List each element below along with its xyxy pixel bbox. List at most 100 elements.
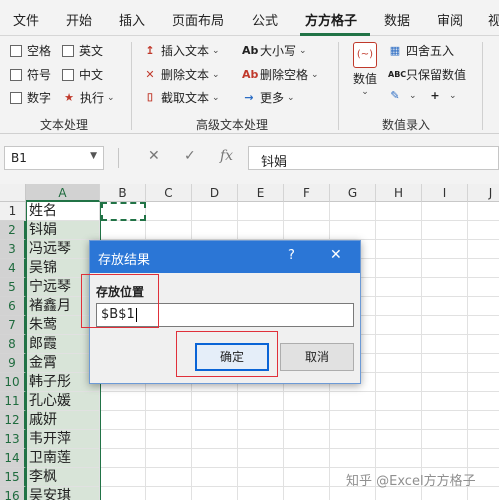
cell-j4[interactable]	[468, 259, 499, 278]
cell-d16[interactable]	[192, 487, 238, 500]
number-value-button[interactable]: (~) 数值 ⌄	[350, 42, 380, 97]
checkbox-symbol[interactable]: 符号	[10, 66, 51, 83]
column-header-d[interactable]: D	[192, 184, 238, 202]
tab-file[interactable]: 文件	[13, 10, 39, 29]
cell-f1[interactable]	[284, 202, 330, 221]
tab-review[interactable]: 审阅	[437, 10, 463, 29]
cell-b15[interactable]	[100, 468, 146, 487]
cell-d2[interactable]	[192, 221, 238, 240]
cell-e14[interactable]	[238, 449, 284, 468]
cell-a14[interactable]: 卫南莲	[26, 449, 100, 468]
round-button[interactable]: ▦ 四舍五入	[388, 42, 454, 59]
row-header-5[interactable]: 5	[0, 278, 26, 297]
cell-i12[interactable]	[422, 411, 468, 430]
cell-a16[interactable]: 吴安琪	[26, 487, 100, 500]
cell-j8[interactable]	[468, 335, 499, 354]
close-icon[interactable]: ✕	[330, 247, 342, 263]
more-button[interactable]: → 更多 ⌄	[242, 89, 294, 106]
checkbox-number[interactable]: 数字	[10, 89, 51, 106]
row-header-10[interactable]: 10	[0, 373, 26, 392]
cell-e13[interactable]	[238, 430, 284, 449]
cell-j12[interactable]	[468, 411, 499, 430]
cell-i5[interactable]	[422, 278, 468, 297]
cell-b13[interactable]	[100, 430, 146, 449]
cell-h8[interactable]	[376, 335, 422, 354]
row-header-4[interactable]: 4	[0, 259, 26, 278]
cell-e11[interactable]	[238, 392, 284, 411]
cell-j14[interactable]	[468, 449, 499, 468]
cell-j11[interactable]	[468, 392, 499, 411]
cell-e12[interactable]	[238, 411, 284, 430]
tab-insert[interactable]: 插入	[119, 10, 145, 29]
row-header-14[interactable]: 14	[0, 449, 26, 468]
cell-j13[interactable]	[468, 430, 499, 449]
row-header-9[interactable]: 9	[0, 354, 26, 373]
row-header-13[interactable]: 13	[0, 430, 26, 449]
row-header-6[interactable]: 6	[0, 297, 26, 316]
cell-d15[interactable]	[192, 468, 238, 487]
cell-i11[interactable]	[422, 392, 468, 411]
cell-j7[interactable]	[468, 316, 499, 335]
row-header-12[interactable]: 12	[0, 411, 26, 430]
cell-f2[interactable]	[284, 221, 330, 240]
cell-i4[interactable]	[422, 259, 468, 278]
cell-h13[interactable]	[376, 430, 422, 449]
cell-h1[interactable]	[376, 202, 422, 221]
cell-d1[interactable]	[192, 202, 238, 221]
cell-g2[interactable]	[330, 221, 376, 240]
cell-d12[interactable]	[192, 411, 238, 430]
cell-e15[interactable]	[238, 468, 284, 487]
extract-text-button[interactable]: ⌷ 截取文本 ⌄	[143, 89, 220, 106]
cell-i9[interactable]	[422, 354, 468, 373]
cell-j2[interactable]	[468, 221, 499, 240]
cell-a11[interactable]: 孔心媛	[26, 392, 100, 411]
case-button[interactable]: Ab 大小写 ⌄	[242, 42, 307, 59]
tab-view[interactable]: 视	[488, 10, 499, 29]
tab-formulas[interactable]: 公式	[252, 10, 278, 29]
check-icon[interactable]: ✓	[184, 148, 196, 164]
column-header-i[interactable]: I	[422, 184, 468, 202]
cell-h9[interactable]	[376, 354, 422, 373]
add-dropdown-button[interactable]: + ⌄	[428, 89, 456, 103]
cell-g1[interactable]	[330, 202, 376, 221]
delete-text-button[interactable]: ✕ 删除文本 ⌄	[143, 66, 219, 83]
help-button[interactable]: ?	[288, 248, 295, 263]
cell-f16[interactable]	[284, 487, 330, 500]
insert-function-icon[interactable]: fx	[220, 148, 233, 164]
cell-b11[interactable]	[100, 392, 146, 411]
cell-h2[interactable]	[376, 221, 422, 240]
cell-e2[interactable]	[238, 221, 284, 240]
cell-e16[interactable]	[238, 487, 284, 500]
cell-d14[interactable]	[192, 449, 238, 468]
row-header-1[interactable]: 1	[0, 202, 26, 221]
cell-a1[interactable]: 姓名	[26, 202, 100, 221]
cell-c2[interactable]	[146, 221, 192, 240]
cell-b2[interactable]	[100, 221, 146, 240]
cell-i3[interactable]	[422, 240, 468, 259]
cell-c11[interactable]	[146, 392, 192, 411]
cell-h6[interactable]	[376, 297, 422, 316]
checkbox-space[interactable]: 空格	[10, 42, 51, 59]
cell-d13[interactable]	[192, 430, 238, 449]
ok-button[interactable]: 确定	[195, 343, 269, 371]
cell-e1[interactable]	[238, 202, 284, 221]
row-header-3[interactable]: 3	[0, 240, 26, 259]
cell-a15[interactable]: 李枫	[26, 468, 100, 487]
cell-i2[interactable]	[422, 221, 468, 240]
cell-i7[interactable]	[422, 316, 468, 335]
cell-b16[interactable]	[100, 487, 146, 500]
row-header-15[interactable]: 15	[0, 468, 26, 487]
row-header-16[interactable]: 16	[0, 487, 26, 500]
checkbox-english[interactable]: 英文	[62, 42, 103, 59]
location-input[interactable]: $B$1	[96, 303, 354, 327]
row-header-7[interactable]: 7	[0, 316, 26, 335]
select-all-corner[interactable]	[0, 184, 26, 202]
cell-b14[interactable]	[100, 449, 146, 468]
column-header-b[interactable]: B	[100, 184, 146, 202]
column-header-e[interactable]: E	[238, 184, 284, 202]
execute-button[interactable]: ★ 执行 ⌄	[62, 89, 115, 106]
cell-j10[interactable]	[468, 373, 499, 392]
cell-c14[interactable]	[146, 449, 192, 468]
cell-c1[interactable]	[146, 202, 192, 221]
cell-f14[interactable]	[284, 449, 330, 468]
